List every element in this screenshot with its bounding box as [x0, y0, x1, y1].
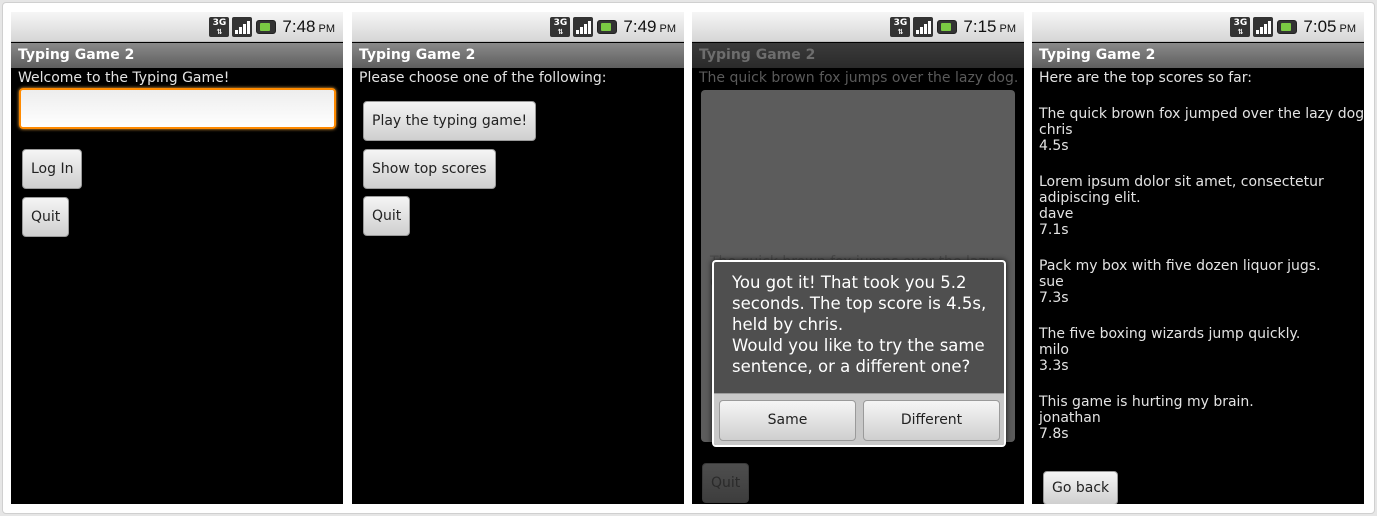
score-user: jonathan [1039, 410, 1101, 426]
signal-icon [913, 17, 934, 37]
signal-icon [232, 17, 253, 37]
signal-icon [1253, 17, 1274, 37]
score-time: 7.1s [1039, 222, 1069, 238]
clock: 7:05 PM [1303, 17, 1356, 36]
clock: 7:49 PM [623, 17, 676, 36]
score-entry: Lorem ipsum dolor sit amet, consectetur … [1039, 174, 1324, 238]
score-entry: The quick brown fox jumped over the lazy… [1039, 106, 1364, 154]
username-input[interactable] [19, 88, 336, 129]
score-entry: This game is hurting my brain. jonathan … [1039, 394, 1254, 442]
quit-button[interactable]: Quit [363, 196, 411, 236]
status-bar: 3G ⇅ 7:05 PM [1032, 12, 1364, 42]
top-scores-button[interactable]: Show top scores [363, 149, 496, 189]
score-time: 7.8s [1039, 426, 1069, 442]
result-dialog: You got it! That took you 5.2 seconds. T… [712, 260, 1006, 447]
3g-icon: 3G ⇅ [1230, 17, 1251, 37]
clock: 7:48 PM [282, 17, 335, 36]
play-button[interactable]: Play the typing game! [363, 101, 537, 141]
3g-icon: 3G ⇅ [209, 17, 230, 37]
dialog-button-bar: Same Different [714, 393, 1004, 445]
quit-button[interactable]: Quit [22, 197, 70, 237]
clock: 7:15 PM [963, 17, 1016, 36]
menu-label: Please choose one of the following: [359, 70, 607, 86]
same-button[interactable]: Same [719, 400, 856, 441]
battery-icon [597, 20, 618, 34]
score-time: 4.5s [1039, 138, 1069, 154]
screen-menu: 3G ⇅ 7:49 PM Typing Game 2 Please choose o… [352, 12, 684, 504]
app-title: Typing Game 2 [352, 43, 684, 68]
status-bar: 3G ⇅ 7:49 PM [352, 12, 684, 42]
score-time: 7.3s [1039, 290, 1069, 306]
score-entry: The five boxing wizards jump quickly. mi… [1039, 326, 1300, 374]
welcome-label: Welcome to the Typing Game! [18, 70, 230, 86]
score-sentence: This game is hurting my brain. [1039, 394, 1254, 410]
scores-label: Here are the top scores so far: [1039, 70, 1252, 86]
go-back-button[interactable]: Go back [1043, 471, 1119, 504]
status-bar: 3G ⇅ 7:48 PM [11, 12, 343, 42]
battery-icon [1277, 20, 1298, 34]
dialog-message: You got it! That took you 5.2 seconds. T… [732, 273, 987, 376]
score-sentence: Pack my box with five dozen liquor jugs. [1039, 258, 1321, 274]
different-button[interactable]: Different [863, 400, 1000, 441]
battery-icon [937, 20, 958, 34]
score-user: chris [1039, 122, 1073, 138]
signal-icon [573, 17, 594, 37]
target-sentence: The quick brown fox jumps over the lazy … [699, 70, 1019, 86]
app-title: Typing Game 2 [692, 43, 1024, 68]
score-user: dave [1039, 206, 1074, 222]
screen-top-scores: 3G ⇅ 7:05 PM Typing Game 2 Here are the to… [1032, 12, 1364, 504]
score-sentence: The five boxing wizards jump quickly. [1039, 326, 1301, 342]
score-sentence: Lorem ipsum dolor sit amet, consectetur [1039, 174, 1324, 190]
battery-icon [256, 20, 277, 34]
3g-icon: 3G ⇅ [890, 17, 911, 37]
score-sentence-cont: adipiscing elit. [1039, 190, 1141, 206]
3g-icon: 3G ⇅ [550, 17, 571, 37]
login-button[interactable]: Log In [22, 149, 83, 189]
score-user: milo [1039, 342, 1069, 358]
screen-game-dialog: 3G ⇅ 7:15 PM Typing Game 2 The quick brown… [692, 12, 1024, 504]
quit-button[interactable]: Quit [702, 463, 750, 503]
score-time: 3.3s [1039, 358, 1069, 374]
score-sentence: The quick brown fox jumped over the lazy… [1039, 106, 1364, 122]
status-bar: 3G ⇅ 7:15 PM [692, 12, 1024, 42]
app-title: Typing Game 2 [11, 43, 343, 68]
score-user: sue [1039, 274, 1064, 290]
screen-login: 3G ⇅ 7:48 PM Typing Game 2 Welcome to the … [11, 12, 343, 504]
app-title: Typing Game 2 [1032, 43, 1364, 68]
score-entry: Pack my box with five dozen liquor jugs.… [1039, 258, 1321, 306]
